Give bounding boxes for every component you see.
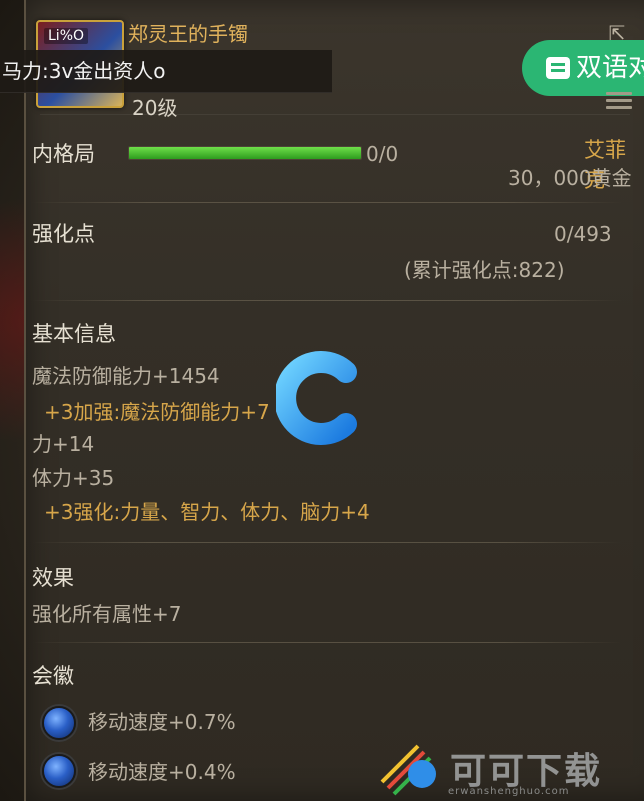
site-watermark: 可可下载 erwanshenghuo.com xyxy=(378,736,644,801)
watermark-logo-icon xyxy=(380,744,436,796)
item-name: 郑灵王的手镯 xyxy=(128,22,248,46)
watermark-url: erwanshenghuo.com xyxy=(448,786,570,797)
stat-line: 体力+35 xyxy=(32,466,115,490)
stat-line-bonus: +3强化:力量、智力、体力、脑力+4 xyxy=(44,500,370,524)
item-badge: Li%O xyxy=(44,28,89,44)
bilingual-translate-button[interactable]: 双语对 xyxy=(522,40,644,96)
effect-title: 效果 xyxy=(32,566,74,590)
inner-layout-progress-text: 0/0 xyxy=(366,142,399,166)
faint-divider xyxy=(40,114,630,125)
enhance-value: 0/493 xyxy=(554,222,612,246)
inner-layout-progress-bar xyxy=(128,146,362,160)
menu-icon[interactable] xyxy=(606,92,632,110)
divider xyxy=(32,642,622,643)
stat-line: 魔法防御能力+1454 xyxy=(32,364,220,388)
app-logo-icon xyxy=(276,351,357,445)
item-price: 30，000黄金 xyxy=(508,166,632,190)
emblem-line: 移动速度+0.7% xyxy=(88,710,236,734)
enhance-label: 强化点 xyxy=(32,222,95,246)
gem-icon xyxy=(42,706,76,740)
gem-icon xyxy=(42,754,76,788)
progress-fill xyxy=(129,147,361,159)
stat-line-bonus: +3加强:魔法防御能力+7 xyxy=(44,400,270,424)
enhance-cumulative: (累计强化点:822) xyxy=(404,258,565,282)
overlay-message: 马力:3v金出资人o xyxy=(0,50,332,93)
emblem-line: 移动速度+0.4% xyxy=(88,760,236,784)
divider xyxy=(32,300,622,301)
basic-info-title: 基本信息 xyxy=(32,322,116,346)
translate-label: 双语对 xyxy=(576,53,644,83)
stat-line: 力+14 xyxy=(32,432,95,456)
translate-icon xyxy=(546,57,570,79)
divider xyxy=(32,202,622,203)
effect-text: 强化所有属性+7 xyxy=(32,602,182,626)
inner-layout-label: 内格局 xyxy=(32,142,95,166)
emblem-title: 会徽 xyxy=(32,664,74,688)
divider xyxy=(32,542,622,543)
